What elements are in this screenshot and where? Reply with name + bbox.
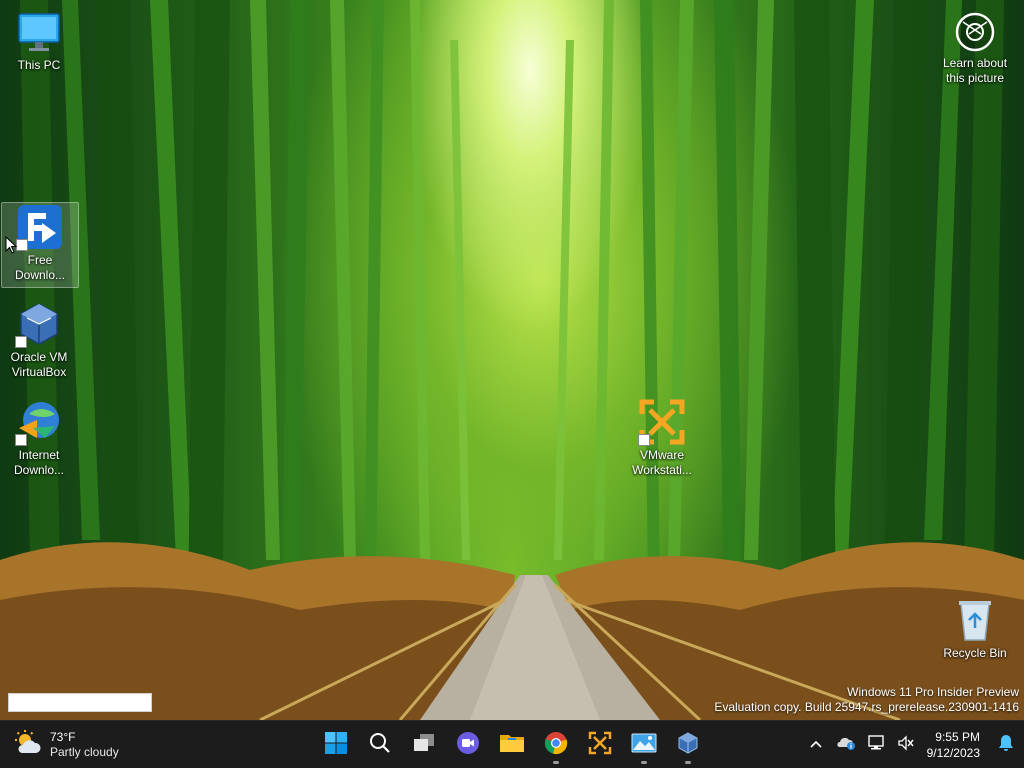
desktop-icon-internet-download-manager[interactable]: Internet Downlo... bbox=[1, 398, 77, 478]
virtualbox-icon bbox=[676, 731, 700, 760]
file-explorer-button[interactable] bbox=[490, 725, 534, 765]
desktop-icon-recycle-bin[interactable]: Recycle Bin bbox=[937, 596, 1013, 661]
system-tray: 9:55 PM 9/12/2023 bbox=[801, 721, 1024, 769]
chat-button[interactable] bbox=[446, 725, 490, 765]
task-view-icon bbox=[412, 732, 436, 759]
desktop-icon-label: Oracle VM VirtualBox bbox=[10, 350, 68, 379]
desktop-icon-label: Internet Downlo... bbox=[13, 448, 65, 477]
running-indicator bbox=[685, 761, 691, 764]
desktop-icon-label: VMware Workstati... bbox=[632, 448, 692, 477]
chrome-icon bbox=[544, 731, 568, 760]
folder-icon bbox=[499, 732, 525, 759]
shortcut-arrow-icon bbox=[16, 239, 28, 251]
chevron-up-icon bbox=[809, 736, 823, 754]
task-view-button[interactable] bbox=[402, 725, 446, 765]
notifications-button[interactable] bbox=[988, 725, 1024, 765]
virtualbox-button[interactable] bbox=[666, 725, 710, 765]
vmware-icon bbox=[638, 398, 686, 446]
internet-download-manager-icon bbox=[15, 398, 63, 446]
running-indicator bbox=[553, 761, 559, 764]
desktop-icon-label: Recycle Bin bbox=[943, 646, 1007, 660]
windows-start-icon bbox=[324, 731, 348, 760]
watermark-line-1: Windows 11 Pro Insider Preview bbox=[847, 685, 1019, 699]
photos-button[interactable] bbox=[622, 725, 666, 765]
shortcut-arrow-icon bbox=[15, 336, 27, 348]
mouse-cursor-icon bbox=[5, 235, 18, 259]
shortcut-arrow-icon bbox=[638, 434, 650, 446]
onedrive-info-icon bbox=[836, 735, 856, 756]
vmware-icon bbox=[588, 731, 612, 760]
shortcut-arrow-icon bbox=[15, 434, 27, 446]
spotlight-label: Learn about this picture bbox=[942, 56, 1008, 85]
spotlight-learn-button[interactable]: Learn about this picture bbox=[937, 10, 1013, 86]
blank-white-box bbox=[8, 693, 152, 712]
desktop-icon-vmware-workstation[interactable]: VMware Workstati... bbox=[624, 398, 700, 478]
clock-time: 9:55 PM bbox=[935, 730, 980, 744]
desktop-wallpaper bbox=[0, 0, 1024, 720]
virtualbox-icon bbox=[15, 300, 63, 348]
weather-temperature: 73°F bbox=[50, 730, 76, 744]
volume-muted-icon bbox=[897, 734, 915, 756]
desktop-icon-this-pc[interactable]: This PC bbox=[1, 8, 77, 73]
partly-cloudy-icon bbox=[14, 729, 42, 762]
search-button[interactable] bbox=[358, 725, 402, 765]
search-icon bbox=[369, 732, 391, 759]
desktop-icon-label: This PC bbox=[17, 58, 61, 72]
photos-icon bbox=[631, 732, 657, 759]
clock-date: 9/12/2023 bbox=[926, 746, 980, 760]
monitor-icon bbox=[15, 8, 63, 56]
free-download-manager-icon bbox=[16, 203, 64, 251]
desktop-icon-label: Free Downlo... bbox=[14, 253, 66, 282]
camera-lens-icon bbox=[951, 10, 999, 54]
network-button[interactable] bbox=[861, 725, 891, 765]
clock-button[interactable]: 9:55 PM 9/12/2023 bbox=[921, 729, 988, 761]
show-hidden-icons-button[interactable] bbox=[801, 725, 831, 765]
desktop-icon-virtualbox[interactable]: Oracle VM VirtualBox bbox=[1, 300, 77, 380]
vmware-workstation-button[interactable] bbox=[578, 725, 622, 765]
network-icon bbox=[867, 734, 885, 756]
bell-icon bbox=[998, 734, 1014, 757]
onedrive-button[interactable] bbox=[831, 725, 861, 765]
taskbar-apps bbox=[314, 721, 710, 769]
weather-condition: Partly cloudy bbox=[50, 745, 119, 759]
recycle-bin-icon bbox=[951, 596, 999, 644]
evaluation-watermark: Windows 11 Pro Insider Preview Evaluatio… bbox=[714, 685, 1019, 715]
chat-icon bbox=[456, 731, 480, 760]
start-button[interactable] bbox=[314, 725, 358, 765]
weather-widget[interactable]: 73°F Partly cloudy bbox=[14, 727, 119, 763]
running-indicator bbox=[641, 761, 647, 764]
taskbar: 73°F Partly cloudy 9:55 PM 9/12/2023 bbox=[0, 720, 1024, 768]
watermark-line-2: Evaluation copy. Build 25947.rs_prerelea… bbox=[714, 700, 1019, 714]
volume-button[interactable] bbox=[891, 725, 921, 765]
chrome-button[interactable] bbox=[534, 725, 578, 765]
